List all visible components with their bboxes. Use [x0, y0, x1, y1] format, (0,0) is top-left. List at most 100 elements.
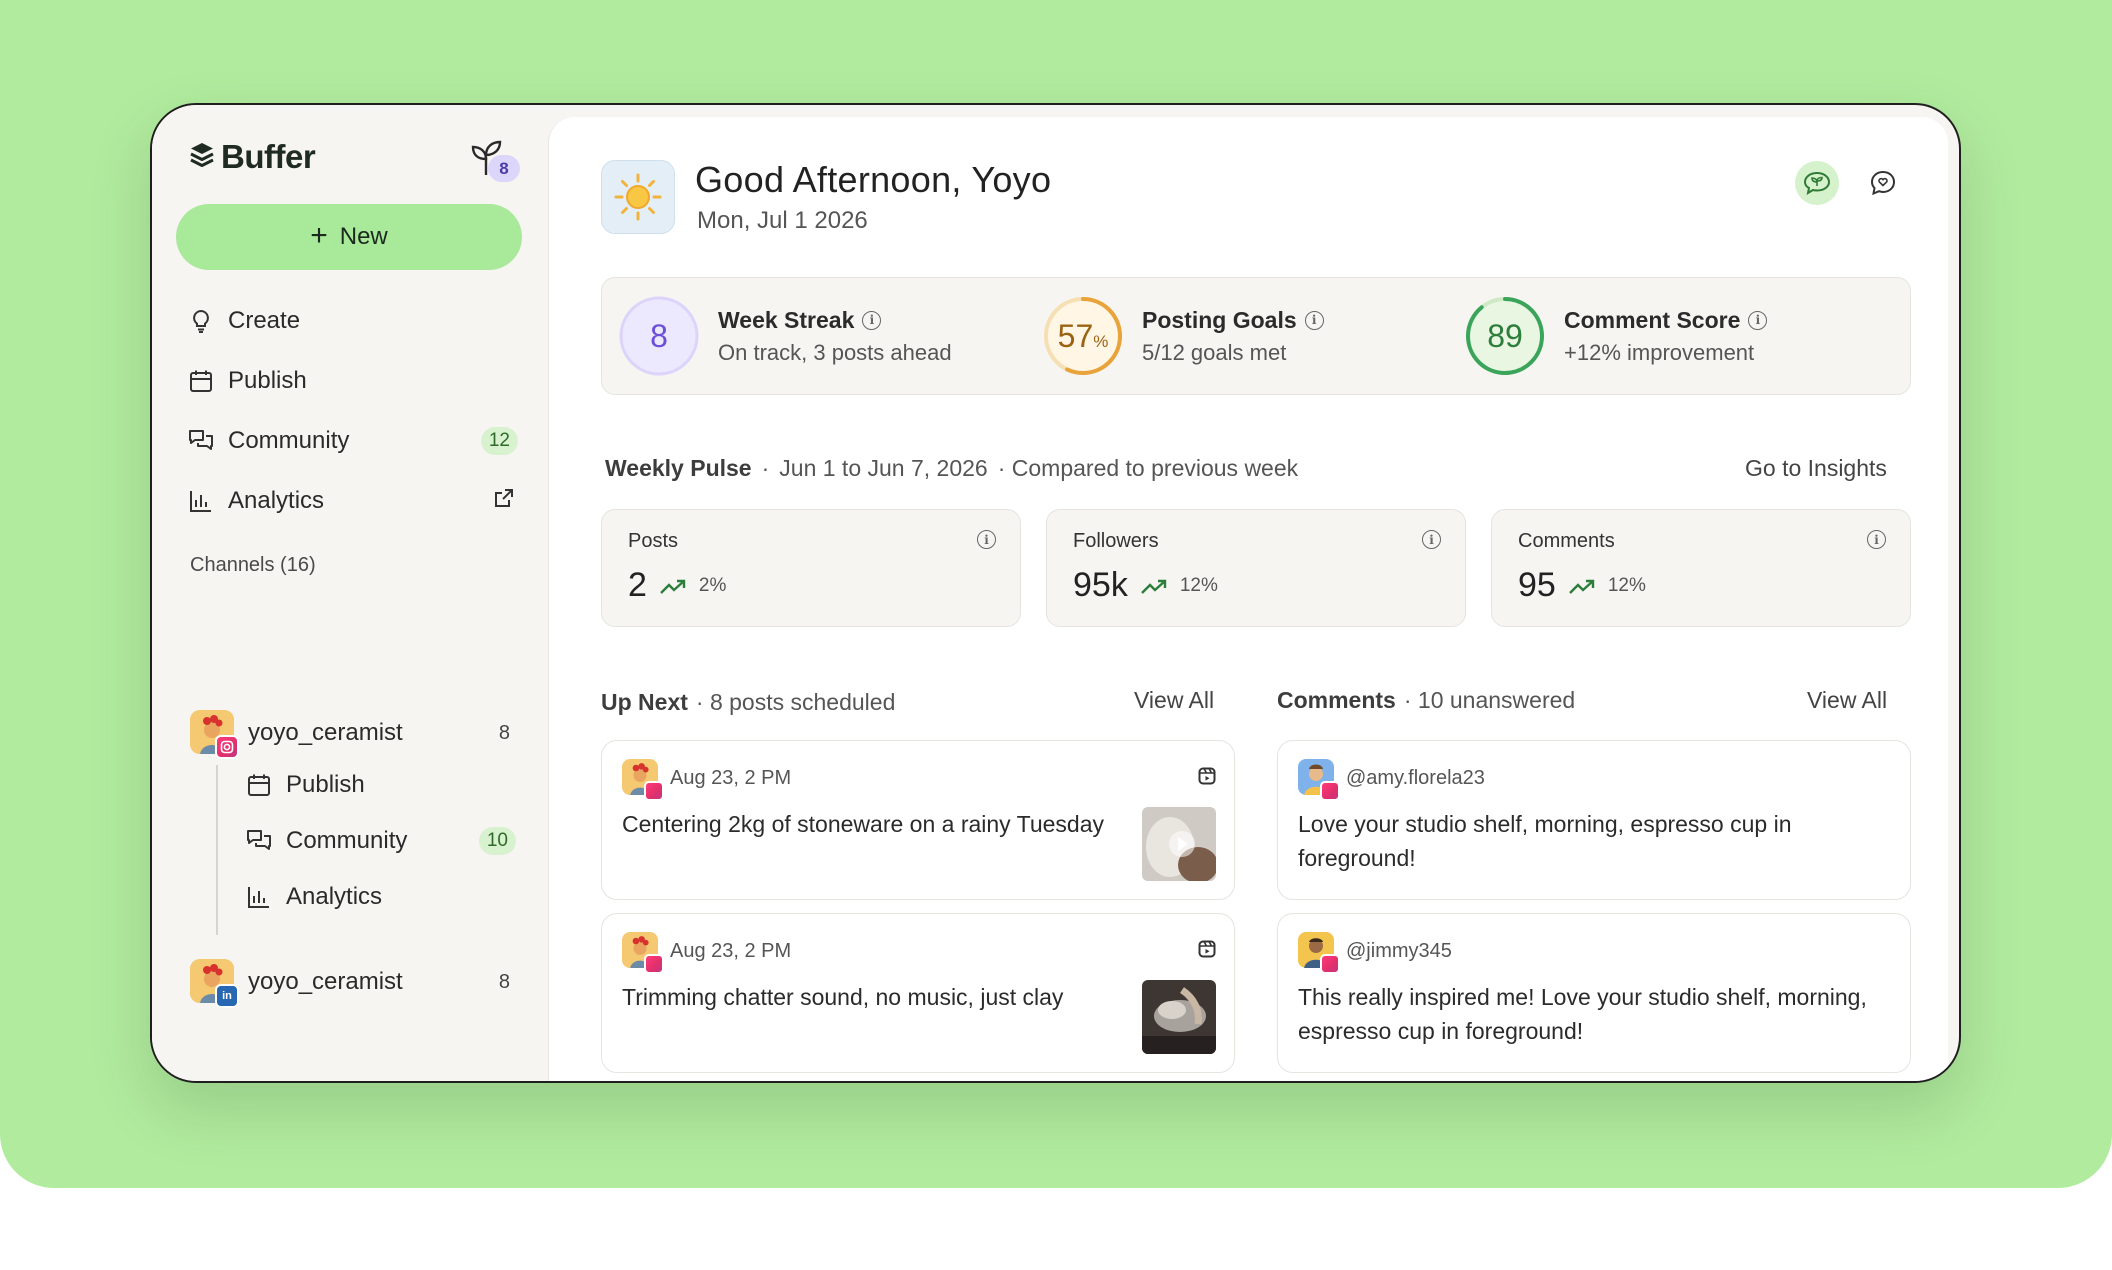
bar-chart-icon	[246, 884, 272, 910]
info-icon[interactable]: i	[1304, 310, 1324, 330]
channel-tree-line	[216, 765, 218, 935]
info-icon[interactable]: i	[1867, 530, 1886, 549]
comment-score-value: 89	[1487, 317, 1523, 354]
channel-item-publish[interactable]: Publish	[246, 765, 512, 805]
posting-goals-value: 57%	[1057, 317, 1109, 354]
weekly-pulse-compare: · Compared to previous week	[997, 455, 1299, 481]
instagram-icon	[644, 954, 664, 974]
info-icon[interactable]: i	[977, 530, 996, 549]
info-icon[interactable]: i	[1422, 530, 1441, 549]
avatar	[190, 710, 239, 759]
instagram-icon	[215, 735, 239, 759]
buffer-logo-text: Buffer	[221, 138, 316, 175]
post-text: Trimming chatter sound, no music, just c…	[622, 984, 1064, 1010]
calendar-icon	[246, 772, 272, 798]
week-streak-stat[interactable]: 8 Week Streak i On track, 3 posts ahead	[618, 294, 952, 378]
sidebar-item-analytics[interactable]: Analytics	[188, 481, 518, 521]
channel-item-label: Publish	[286, 771, 365, 798]
reel-icon	[1198, 767, 1216, 790]
comments-header: Comments · 10 unanswered	[1277, 687, 1575, 714]
followers-metric-card[interactable]: Followers i 95k 12%	[1046, 509, 1466, 627]
metric-change: 2%	[698, 574, 727, 596]
metric-change: 12%	[1607, 574, 1646, 596]
feedback-button[interactable]	[1861, 161, 1905, 205]
comment-score-label: Comment Score	[1564, 306, 1741, 333]
post-thumbnail[interactable]	[1142, 980, 1216, 1054]
sidebar: Buffer 8 + New Create Publish Community …	[152, 105, 550, 1081]
metric-change: 12%	[1179, 574, 1218, 596]
weekly-pulse-separator: ·	[761, 455, 770, 481]
posting-goals-label: Posting Goals	[1142, 306, 1297, 333]
avatar	[622, 932, 664, 974]
channel-name: yoyo_ceramist	[248, 968, 403, 995]
new-button[interactable]: + New	[176, 204, 522, 270]
trend-up-icon	[659, 566, 687, 605]
week-streak-sub: On track, 3 posts ahead	[718, 339, 952, 365]
sidebar-item-label: Community	[228, 427, 350, 454]
weekly-pulse-range: Jun 1 to Jun 7, 2026	[779, 455, 988, 481]
comment-score-ring: 89	[1464, 295, 1546, 377]
lightbulb-icon	[188, 308, 214, 334]
comments-metric-card[interactable]: Comments i 95 12%	[1491, 509, 1911, 627]
week-streak-ring: 8	[618, 295, 700, 377]
external-link-icon[interactable]	[494, 487, 514, 515]
greeting-title: Good Afternoon, Yoyo	[695, 159, 1052, 200]
posts-metric-card[interactable]: Posts i 2 2%	[601, 509, 1021, 627]
post-time: Aug 23, 2 PM	[670, 766, 792, 789]
week-streak-value: 8	[650, 317, 668, 354]
app-window: Buffer 8 + New Create Publish Community …	[150, 103, 1961, 1083]
channels-title: Channels (16)	[190, 554, 316, 576]
go-to-insights-link[interactable]: Go to Insights	[1745, 455, 1887, 482]
week-streak-label: Week Streak	[718, 306, 855, 333]
comment-text: This really inspired me! Love your studi…	[1298, 984, 1867, 1044]
posting-goals-ring: 57%	[1042, 295, 1124, 377]
channel-item-analytics[interactable]: Analytics	[246, 877, 512, 917]
sidebar-item-publish[interactable]: Publish	[188, 361, 518, 401]
metric-value: 95k	[1073, 566, 1128, 604]
chat-icon	[246, 828, 272, 854]
metric-value: 2	[628, 566, 647, 604]
stats-bar: 8 Week Streak i On track, 3 posts ahead 5…	[601, 277, 1911, 395]
comments-view-all[interactable]: View All	[1807, 687, 1887, 714]
avatar	[1298, 932, 1340, 974]
channel-count: 8	[498, 970, 510, 993]
channel-instagram[interactable]: yoyo_ceramist 8	[190, 710, 510, 759]
sidebar-item-create[interactable]: Create	[188, 301, 518, 341]
scheduled-post-card[interactable]: Aug 23, 2 PM Trimming chatter sound, no …	[601, 913, 1235, 1073]
metric-title: Comments	[1518, 530, 1615, 552]
up-next-view-all[interactable]: View All	[1134, 687, 1214, 714]
comment-score-sub: +12% improvement	[1564, 339, 1755, 365]
post-thumbnail[interactable]	[1142, 807, 1216, 881]
sidebar-item-label: Analytics	[228, 487, 325, 514]
chat-icon	[188, 428, 214, 454]
comment-text: Love your studio shelf, morning, espress…	[1298, 811, 1792, 871]
calendar-icon	[188, 368, 214, 394]
channel-linkedin[interactable]: in yoyo_ceramist 8	[190, 959, 510, 1008]
comment-card[interactable]: @jimmy345 This really inspired me! Love …	[1277, 913, 1911, 1073]
linkedin-icon: in	[215, 984, 239, 1008]
buffer-logo-icon	[189, 141, 215, 174]
buffer-logo[interactable]: Buffer	[189, 138, 316, 176]
reel-icon	[1198, 940, 1216, 963]
channel-item-label: Analytics	[286, 883, 383, 910]
channel-item-community[interactable]: Community 10	[246, 821, 516, 861]
metric-title: Followers	[1073, 530, 1159, 552]
channel-count: 8	[498, 721, 510, 744]
up-next-header: Up Next · 8 posts scheduled	[601, 689, 895, 716]
sprout-chat-button[interactable]	[1795, 161, 1839, 205]
up-next-title: Up Next	[601, 689, 688, 715]
channel-community-badge: 10	[478, 827, 516, 855]
comment-card[interactable]: @amy.florela23 Love your studio shelf, m…	[1277, 740, 1911, 900]
comment-score-stat[interactable]: 89 Comment Score i +12% improvement	[1464, 294, 1768, 378]
instagram-icon	[644, 781, 664, 801]
info-icon[interactable]: i	[862, 310, 882, 330]
posting-goals-stat[interactable]: 57% Posting Goals i 5/12 goals met	[1042, 294, 1324, 378]
scheduled-post-card[interactable]: Aug 23, 2 PM Centering 2kg of stoneware …	[601, 740, 1235, 900]
trend-up-icon	[1140, 566, 1168, 605]
up-next-sub: · 8 posts scheduled	[695, 689, 896, 715]
info-icon[interactable]: i	[1748, 310, 1768, 330]
sidebar-item-community[interactable]: Community 12	[188, 421, 518, 461]
avatar	[1298, 759, 1340, 801]
metric-title: Posts	[628, 530, 679, 552]
greeting-date: Mon, Jul 1 2026	[697, 207, 868, 234]
